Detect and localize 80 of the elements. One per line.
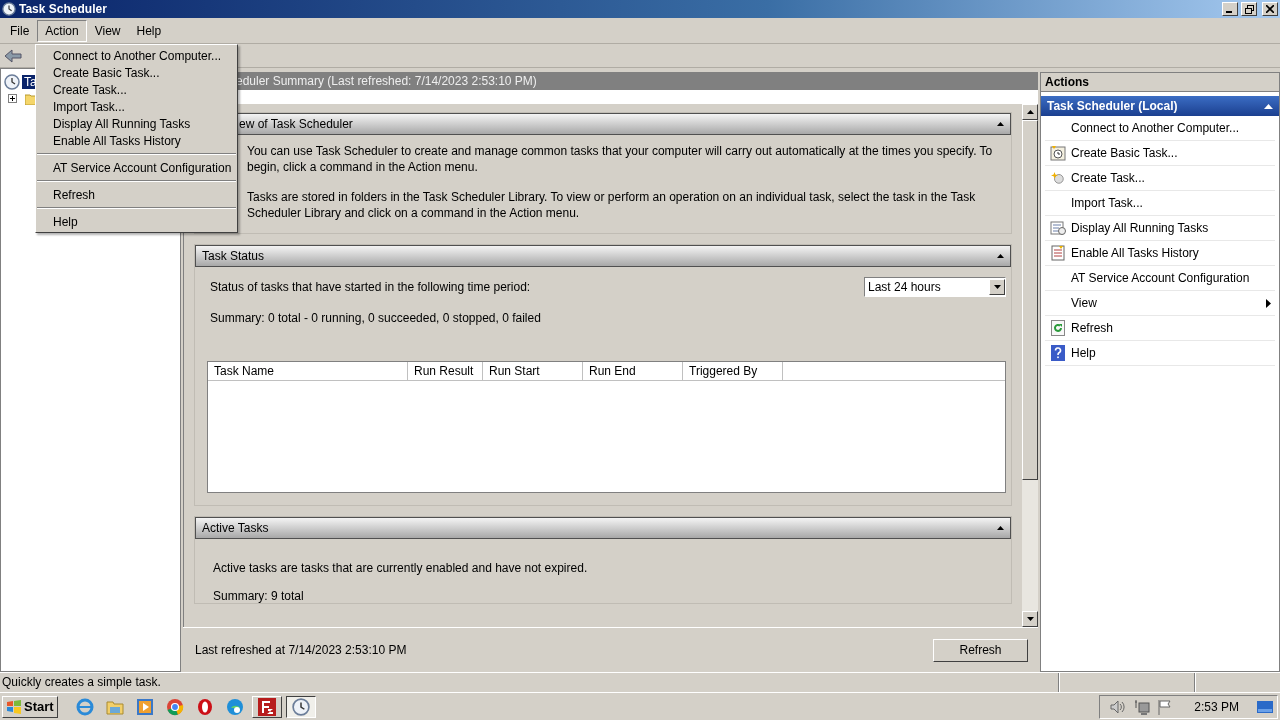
close-icon bbox=[1266, 5, 1274, 13]
caret-icon bbox=[993, 285, 1001, 289]
media-player-icon[interactable] bbox=[135, 697, 154, 716]
column-header[interactable]: Triggered By bbox=[683, 362, 783, 380]
expand-icon[interactable] bbox=[8, 94, 17, 103]
paragraph: You can use Task Scheduler to create and manage common tasks that your computer will carry out automatically at the times you specify. To begin, click a command in the Action menu. bbox=[247, 143, 994, 175]
actions-pane-link[interactable]: Display All Running Tasks bbox=[1045, 216, 1275, 241]
chrome-icon[interactable] bbox=[165, 697, 184, 716]
start-logo-icon bbox=[6, 699, 22, 714]
active-tasks-description: Active tasks are tasks that are currently enabled and have not expired. bbox=[213, 561, 589, 575]
history-icon bbox=[1050, 245, 1066, 261]
actions-pane-link[interactable]: Create Task... bbox=[1045, 166, 1275, 191]
actions-pane-link[interactable]: Import Task... bbox=[1045, 191, 1275, 216]
minimize-button[interactable] bbox=[1222, 2, 1238, 16]
menu-entry[interactable]: Create Basic Task... bbox=[36, 64, 237, 81]
task-list-icon bbox=[1050, 220, 1066, 236]
window-title: Task Scheduler bbox=[19, 2, 108, 16]
menu-item[interactable]: Action bbox=[37, 19, 87, 42]
actions-pane-link[interactable]: View bbox=[1045, 291, 1275, 316]
speaker-icon[interactable] bbox=[1110, 699, 1127, 714]
column-header[interactable]: Task Name bbox=[208, 362, 408, 380]
actions-section-header[interactable]: Task Scheduler (Local) bbox=[1041, 96, 1279, 116]
network-icon[interactable] bbox=[1134, 698, 1151, 715]
help-icon bbox=[1051, 345, 1065, 361]
collapse-icon[interactable] bbox=[997, 526, 1004, 530]
menu-item[interactable]: File bbox=[2, 19, 38, 42]
active-tasks-summary: Summary: 9 total bbox=[213, 589, 305, 603]
menu-entry[interactable]: Connect to Another Computer... bbox=[36, 47, 237, 64]
clock-icon bbox=[4, 73, 20, 90]
clock-icon bbox=[291, 697, 310, 716]
clock-icon bbox=[2, 2, 16, 16]
status-text: Quickly creates a simple task. bbox=[1, 674, 162, 691]
column-header[interactable]: Run End bbox=[583, 362, 683, 380]
scrollbar[interactable] bbox=[1022, 104, 1038, 627]
actions-pane-link[interactable]: Create Basic Task... bbox=[1045, 141, 1275, 166]
menu-entry[interactable]: AT Service Account Configuration bbox=[36, 159, 237, 176]
scroll-up-icon[interactable] bbox=[1026, 110, 1034, 114]
column-header[interactable]: Run Start bbox=[483, 362, 583, 380]
menu-entry[interactable]: Create Task... bbox=[36, 81, 237, 98]
restore-icon bbox=[1244, 4, 1254, 14]
menu-entry[interactable]: Help bbox=[36, 213, 237, 230]
menu-entry[interactable]: Refresh bbox=[36, 186, 237, 203]
refresh-button[interactable]: Refresh bbox=[933, 638, 1028, 662]
status-summary: Summary: 0 total - 0 running, 0 succeeded, 0 stopped, 0 failed bbox=[210, 311, 542, 325]
period-label: Status of tasks that have started in the following time period: bbox=[210, 280, 531, 294]
restore-button[interactable] bbox=[1241, 2, 1257, 16]
show-desktop-icon[interactable] bbox=[1257, 700, 1273, 713]
flag-icon[interactable] bbox=[1158, 698, 1173, 715]
collapse-icon[interactable] bbox=[997, 122, 1004, 126]
menu-item[interactable]: Help bbox=[128, 19, 170, 42]
actions-pane-link[interactable]: Refresh bbox=[1045, 316, 1275, 341]
refresh-icon bbox=[1051, 320, 1065, 336]
scroll-down-icon[interactable] bbox=[1026, 617, 1034, 621]
close-button[interactable] bbox=[1262, 2, 1278, 16]
edge-icon[interactable] bbox=[225, 697, 244, 716]
calendar-clock-icon bbox=[1050, 145, 1066, 161]
collapse-icon bbox=[1264, 103, 1273, 109]
actions-pane-link[interactable]: Help bbox=[1045, 341, 1275, 366]
collapse-icon[interactable] bbox=[997, 254, 1004, 258]
taskbar-window-button[interactable] bbox=[285, 695, 316, 718]
actions-pane-link[interactable]: AT Service Account Configuration bbox=[1045, 266, 1275, 291]
section-title: Task Status bbox=[202, 249, 265, 263]
clock-time: 2:53 PM bbox=[1194, 699, 1239, 714]
back-arrow-icon[interactable] bbox=[4, 48, 22, 63]
actions-header: Actions bbox=[1041, 73, 1279, 92]
submenu-arrow-icon bbox=[1266, 298, 1271, 308]
menu-entry[interactable]: Display All Running Tasks bbox=[36, 115, 237, 132]
actions-pane-link[interactable]: Connect to Another Computer... bbox=[1045, 116, 1275, 141]
menu-item[interactable]: View bbox=[86, 19, 129, 42]
start-button[interactable]: Start bbox=[2, 695, 58, 718]
menu-entry[interactable]: Import Task... bbox=[36, 98, 237, 115]
menu-entry[interactable]: Enable All Tasks History bbox=[36, 132, 237, 149]
section-title: Active Tasks bbox=[202, 521, 269, 535]
column-header[interactable]: Run Result bbox=[408, 362, 483, 380]
paragraph: Tasks are stored in folders in the Task Scheduler Library. To view or perform an operation on an individual task, select the task in the Task Scheduler Library and click on a command in the Action menu. bbox=[247, 189, 977, 221]
section-title: ew of Task Scheduler bbox=[239, 117, 353, 131]
last-refreshed-text: Last refreshed at 7/14/2023 2:53:10 PM bbox=[195, 643, 407, 657]
period-dropdown[interactable]: Last 24 hours bbox=[864, 277, 1006, 297]
opera-icon[interactable] bbox=[195, 697, 214, 716]
actions-pane-link[interactable]: Enable All Tasks History bbox=[1045, 241, 1275, 266]
